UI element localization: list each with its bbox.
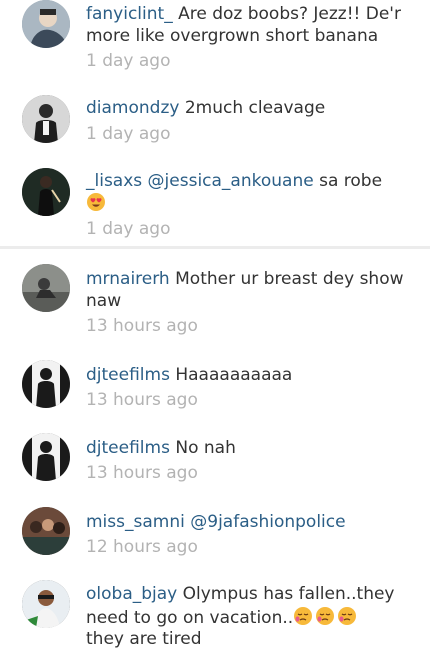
- comment-mention[interactable]: @jessica_ankouane: [148, 171, 314, 191]
- comment-timestamp: 1 day ago: [86, 124, 171, 144]
- comment-body: sa robe: [319, 171, 383, 191]
- comment-body-continued: they are tired: [86, 629, 202, 649]
- user-avatar-icon: [22, 264, 70, 312]
- comment-timestamp: 1 day ago: [86, 219, 171, 239]
- comment-username[interactable]: djteefilms: [86, 365, 170, 385]
- avatar[interactable]: [22, 360, 70, 408]
- avatar[interactable]: [22, 95, 70, 143]
- comment-timestamp: 13 hours ago: [86, 316, 198, 336]
- user-avatar-icon: [22, 95, 70, 143]
- comment-text: oloba_bjay Olympus has fallen..they need…: [86, 584, 416, 651]
- user-avatar-icon: [22, 433, 70, 481]
- comment-timestamp: 13 hours ago: [86, 463, 198, 483]
- comment-username[interactable]: djteefilms: [86, 438, 170, 458]
- comment-timestamp: 12 hours ago: [86, 537, 198, 557]
- comment-text: djteefilms No nah: [86, 437, 416, 459]
- avatar[interactable]: [22, 580, 70, 628]
- comment-text: diamondzy 2much cleavage: [86, 97, 416, 119]
- comment-username[interactable]: fanyiclint_: [86, 4, 173, 24]
- user-avatar-icon: [22, 507, 70, 555]
- comment-timestamp: 13 hours ago: [86, 390, 198, 410]
- comment-username[interactable]: miss_samni: [86, 512, 185, 532]
- comment-text: fanyiclint_ Are doz boobs? Jezz!! De'r m…: [86, 3, 416, 47]
- comment-body: 2much cleavage: [184, 98, 326, 118]
- user-avatar-icon: [22, 168, 70, 216]
- comment-username[interactable]: oloba_bjay: [86, 584, 177, 604]
- avatar[interactable]: [22, 507, 70, 555]
- heart-eyes-emoji-icon: [86, 192, 106, 212]
- avatar[interactable]: [22, 168, 70, 216]
- sleepy-face-emoji-icon: [293, 606, 313, 626]
- avatar[interactable]: [22, 0, 70, 48]
- comment-text: mrnairerh Mother ur breast dey show naw: [86, 268, 416, 312]
- comment-mention[interactable]: @9jafashionpolice: [190, 512, 345, 532]
- section-divider: [0, 246, 430, 249]
- comment-body: No nah: [175, 438, 236, 458]
- comment-text: miss_samni @9jafashionpolice: [86, 511, 416, 533]
- comment-timestamp: 1 day ago: [86, 51, 171, 71]
- comment-body: Haaaaaaaaaa: [175, 365, 293, 385]
- comment-text: _lisaxs @jessica_ankouane sa robe: [86, 170, 416, 215]
- user-avatar-icon: [22, 360, 70, 408]
- sleepy-face-emoji-icon: [337, 606, 357, 626]
- comment-username[interactable]: mrnairerh: [86, 269, 170, 289]
- user-avatar-icon: [22, 580, 70, 628]
- comment-text: djteefilms Haaaaaaaaaa: [86, 364, 416, 386]
- avatar[interactable]: [22, 433, 70, 481]
- comment-username[interactable]: _lisaxs: [86, 171, 142, 191]
- comment-username[interactable]: diamondzy: [86, 98, 179, 118]
- sleepy-face-emoji-icon: [315, 606, 335, 626]
- avatar[interactable]: [22, 264, 70, 312]
- user-avatar-icon: [22, 0, 70, 48]
